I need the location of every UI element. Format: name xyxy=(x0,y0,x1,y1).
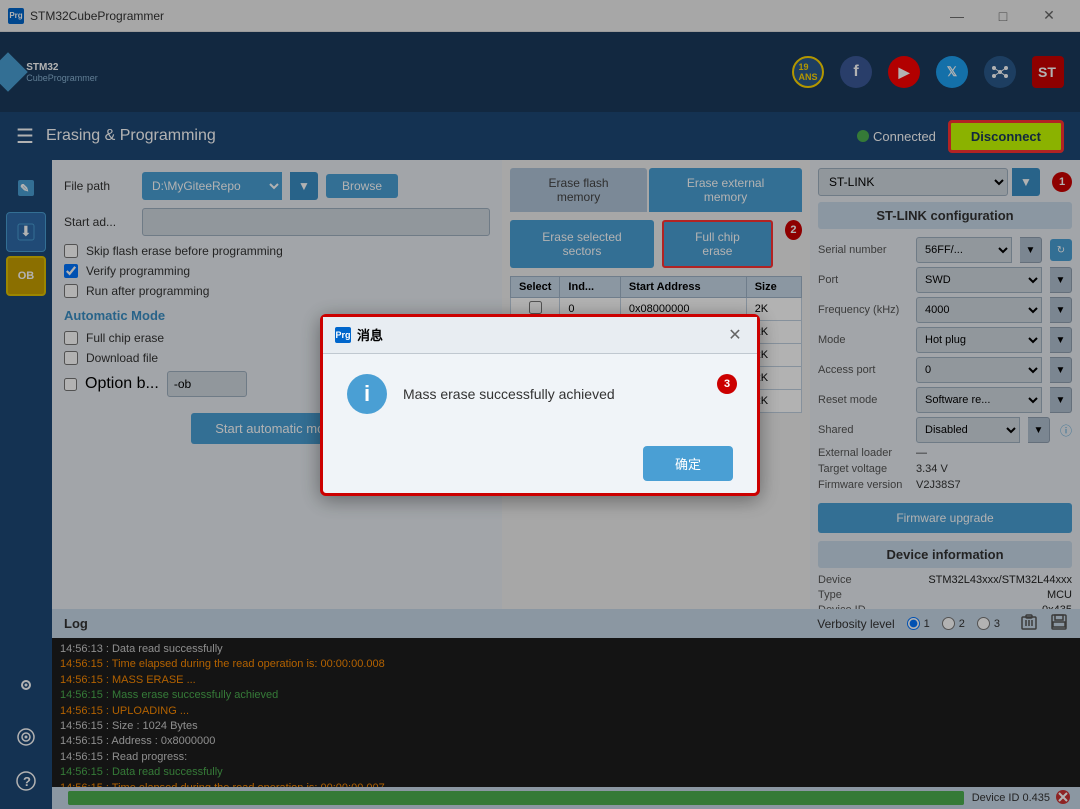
dialog-box: Prg 消息 ✕ i Mass erase successfully achie… xyxy=(320,314,760,496)
dialog-app-icon: Prg xyxy=(335,327,351,343)
dialog-ok-button[interactable]: 确定 xyxy=(643,446,733,481)
dialog-close-button[interactable]: ✕ xyxy=(725,325,745,345)
dialog-message: Mass erase successfully achieved xyxy=(403,386,615,402)
dialog-overlay: Prg 消息 ✕ i Mass erase successfully achie… xyxy=(0,0,1080,809)
dialog-title-bar: Prg 消息 ✕ xyxy=(323,317,757,354)
dialog-title: 消息 xyxy=(357,325,383,344)
badge-3: 3 xyxy=(717,374,737,394)
dialog-info-icon: i xyxy=(347,374,387,414)
dialog-footer: 确定 xyxy=(323,434,757,493)
dialog-body: i Mass erase successfully achieved 3 xyxy=(323,354,757,434)
